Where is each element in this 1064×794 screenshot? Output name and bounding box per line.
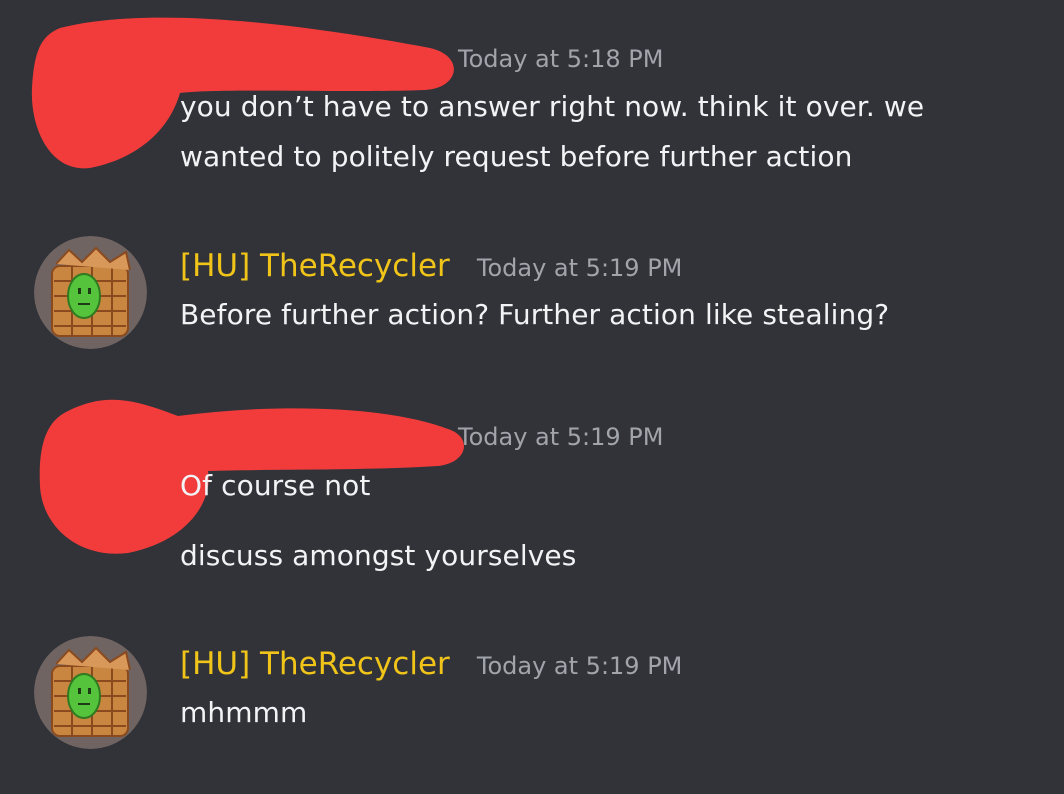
message-group: [HU] TheRecycler Today at 5:19 PM mhmmm (0, 630, 1064, 770)
message-text: wanted to politely request before furthe… (180, 140, 853, 173)
recycler-avatar-icon[interactable] (34, 236, 147, 349)
message-group: Today at 5:19 PM Of course not discuss a… (0, 385, 1064, 585)
message-text: you don’t have to answer right now. thin… (180, 90, 925, 123)
message-text: Before further action? Further action li… (180, 298, 890, 331)
message-group: Today at 5:18 PM you don’t have to answe… (0, 0, 1064, 200)
message-text: Of course not (180, 469, 371, 502)
username[interactable]: [HU] TheRecycler (180, 248, 450, 284)
message-header: Today at 5:18 PM (458, 45, 664, 73)
timestamp[interactable]: Today at 5:19 PM (477, 254, 683, 282)
message-text: discuss amongst yourselves (180, 539, 577, 572)
recycler-avatar-icon[interactable] (34, 636, 147, 749)
message-header: [HU] TheRecycler Today at 5:19 PM (180, 646, 682, 682)
username[interactable]: [HU] TheRecycler (180, 646, 450, 682)
timestamp[interactable]: Today at 5:19 PM (477, 652, 683, 680)
message-header: Today at 5:19 PM (458, 423, 664, 451)
timestamp[interactable]: Today at 5:19 PM (458, 423, 664, 451)
message-group: [HU] TheRecycler Today at 5:19 PM Before… (0, 230, 1064, 370)
timestamp[interactable]: Today at 5:18 PM (458, 45, 664, 73)
message-header: [HU] TheRecycler Today at 5:19 PM (180, 248, 682, 284)
message-text: mhmmm (180, 696, 308, 729)
